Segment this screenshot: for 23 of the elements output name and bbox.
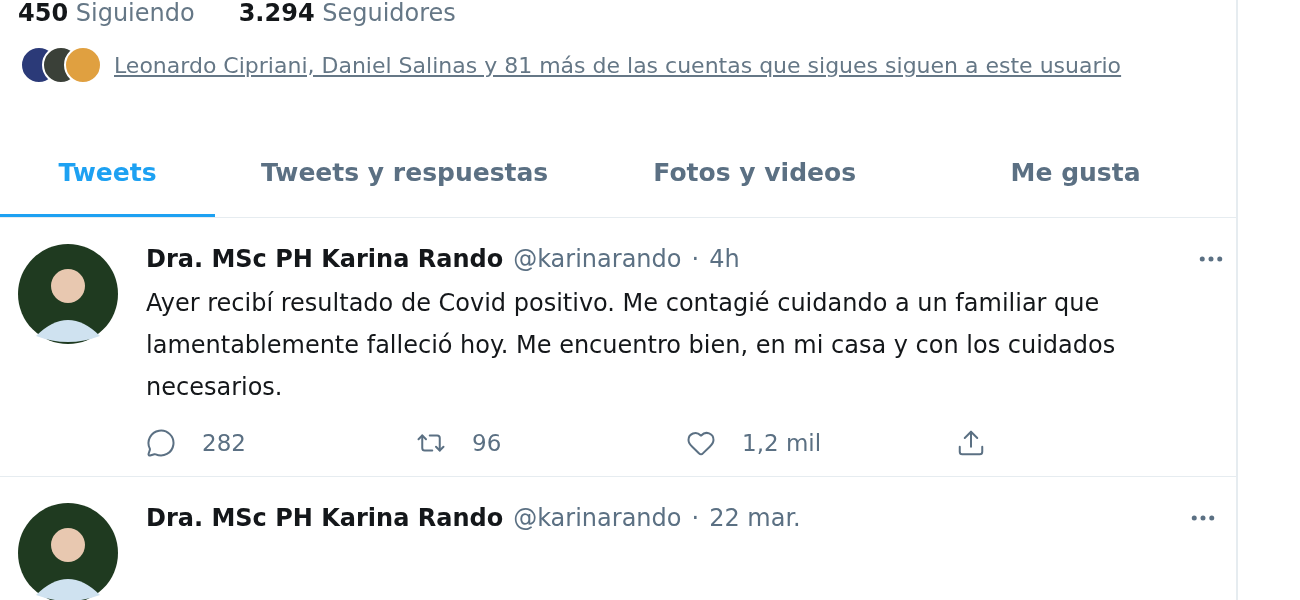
avatar[interactable]	[18, 244, 118, 344]
tweet-text: Ayer recibí resultado de Covid positivo. Me contagié cuidando a un familiar que lamentablemente falleció hoy. Me encuentro bien, en mi casa y con los cuidados necesarios.	[146, 288, 1117, 403]
stat-link[interactable]: 3.294 Seguidores	[238, 0, 456, 26]
stat-link[interactable]: 450 Siguiendo	[18, 0, 195, 26]
profile-tab[interactable]: Tweets	[0, 130, 215, 217]
author-name[interactable]: Dra. MSc PH Karina Rando	[146, 504, 504, 532]
tweet-handle[interactable]: @karinarando	[513, 245, 682, 273]
author-name[interactable]: Dra. MSc PH Karina Rando	[146, 245, 504, 273]
action-count: 282	[202, 430, 246, 456]
avatar[interactable]	[18, 503, 118, 600]
profile-tab[interactable]: Fotos y videos	[594, 130, 916, 217]
reply-icon[interactable]	[146, 428, 176, 458]
action-count: 96	[472, 430, 502, 456]
action-count: 1,2 mil	[742, 430, 822, 456]
share-icon[interactable]	[956, 428, 986, 458]
tweet-time[interactable]: 4h	[709, 245, 740, 273]
profile-tab[interactable]: Tweets y respuestas	[215, 130, 595, 217]
separator-dot: ·	[691, 245, 700, 273]
tweet-handle[interactable]: @karinarando	[513, 504, 682, 532]
followed-by-link[interactable]: Leonardo Cipriani, Daniel Salinas y 81 más de las cuentas que sigues siguen a este usuario	[114, 52, 1122, 78]
separator-dot: ·	[691, 504, 700, 532]
profile-tab[interactable]: Me gusta	[915, 130, 1236, 217]
tweet-time[interactable]: 22 mar.	[709, 504, 801, 532]
